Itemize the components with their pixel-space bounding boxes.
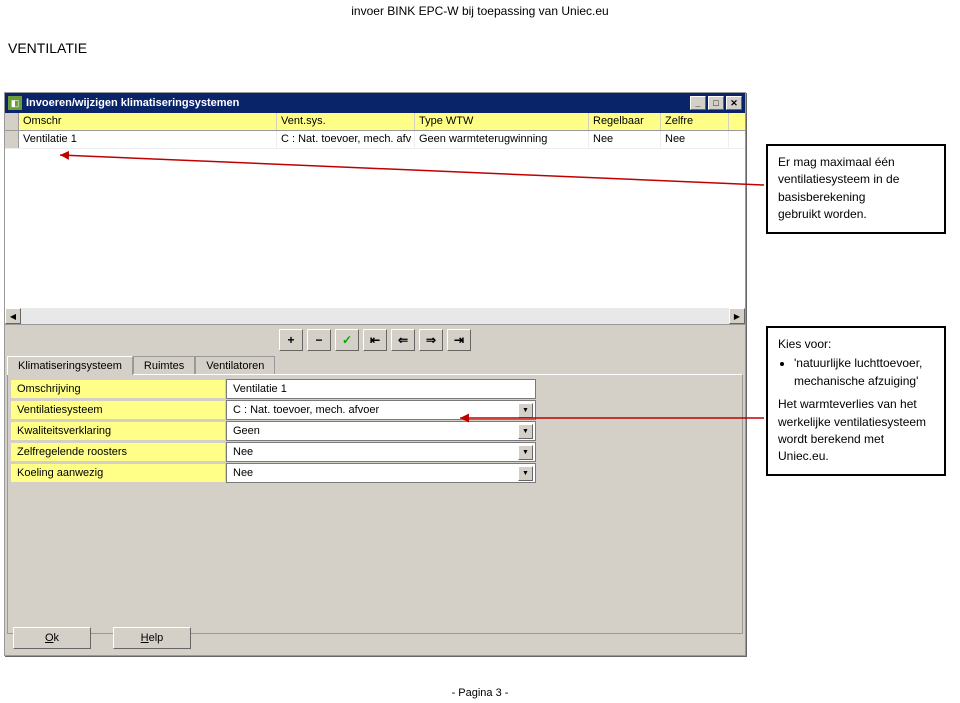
tab-ruimtes[interactable]: Ruimtes [133, 356, 195, 375]
form-panel: Omschrijving Ventilatie 1 Ventilatiesyst… [7, 374, 743, 634]
last-button[interactable]: ⇥ [447, 329, 471, 351]
select-ventilatiesysteem[interactable]: C : Nat. toevoer, mech. afvoer▼ [226, 400, 536, 420]
row-header-cell [5, 113, 19, 130]
tab-ventilatoren[interactable]: Ventilatoren [195, 356, 275, 375]
chevron-down-icon[interactable]: ▼ [518, 466, 533, 481]
cell-zelfre[interactable]: Nee [661, 131, 729, 148]
app-icon: ◧ [8, 96, 22, 110]
col-header-typewtw[interactable]: Type WTW [415, 113, 589, 130]
label-kwaliteitsverklaring: Kwaliteitsverklaring [10, 421, 226, 441]
callout-box-1: Er mag maximaal één ventilatiesysteem in… [766, 144, 946, 234]
maximize-button[interactable]: □ [708, 96, 724, 110]
chevron-down-icon[interactable]: ▼ [518, 403, 533, 418]
callout-box-2: Kies voor: 'natuurlijke luchttoevoer, me… [766, 326, 946, 476]
cell-omschr[interactable]: Ventilatie 1 [19, 131, 277, 148]
label-omschrijving: Omschrijving [10, 379, 226, 399]
next-button[interactable]: ⇒ [419, 329, 443, 351]
record-toolbar: + − ✓ ⇤ ⇐ ⇒ ⇥ [5, 325, 745, 355]
callout2-intro: Kies voor: [778, 336, 934, 353]
scroll-left-icon[interactable]: ◀ [5, 308, 21, 324]
remove-button[interactable]: − [307, 329, 331, 351]
first-button[interactable]: ⇤ [363, 329, 387, 351]
window-title: Invoeren/wijzigen klimatiseringsystemen [26, 97, 690, 109]
confirm-button[interactable]: ✓ [335, 329, 359, 351]
input-omschrijving[interactable]: Ventilatie 1 [226, 379, 536, 399]
callout1-line: gebruikt worden. [778, 206, 934, 223]
table-row[interactable]: Ventilatie 1 C : Nat. toevoer, mech. afv… [5, 131, 745, 149]
cell-regelbaar[interactable]: Nee [589, 131, 661, 148]
help-button[interactable]: Help [113, 627, 191, 649]
callout1-line: Er mag maximaal één [778, 154, 934, 171]
label-zelfregelende: Zelfregelende roosters [10, 442, 226, 462]
chevron-down-icon[interactable]: ▼ [518, 424, 533, 439]
label-koeling: Koeling aanwezig [10, 463, 226, 483]
cell-ventsys[interactable]: C : Nat. toevoer, mech. afv [277, 131, 415, 148]
row-selector[interactable] [5, 131, 19, 148]
close-button[interactable]: ✕ [726, 96, 742, 110]
titlebar[interactable]: ◧ Invoeren/wijzigen klimatiseringsysteme… [5, 93, 745, 113]
label-ventilatiesysteem: Ventilatiesysteem [10, 400, 226, 420]
tab-strip: Klimatiseringsysteem Ruimtes Ventilatore… [5, 355, 745, 374]
scroll-right-icon[interactable]: ▶ [729, 308, 745, 324]
col-header-zelfre[interactable]: Zelfre [661, 113, 729, 130]
page-footer: - Pagina 3 - [0, 687, 960, 699]
section-title: VENTILATIE [0, 22, 960, 64]
select-kwaliteitsverklaring[interactable]: Geen▼ [226, 421, 536, 441]
grid-body[interactable]: Ventilatie 1 C : Nat. toevoer, mech. afv… [5, 131, 745, 325]
scroll-track[interactable] [21, 308, 729, 324]
col-header-regelbaar[interactable]: Regelbaar [589, 113, 661, 130]
ok-button[interactable]: Ok [13, 627, 91, 649]
chevron-down-icon[interactable]: ▼ [518, 445, 533, 460]
minimize-button[interactable]: _ [690, 96, 706, 110]
callout1-line: basisberekening [778, 189, 934, 206]
cell-typewtw[interactable]: Geen warmteterugwinning [415, 131, 589, 148]
add-button[interactable]: + [279, 329, 303, 351]
callout2-bullet: 'natuurlijke luchttoevoer, mechanische a… [794, 355, 934, 390]
dialog-window: ◧ Invoeren/wijzigen klimatiseringsysteme… [4, 92, 746, 656]
prev-button[interactable]: ⇐ [391, 329, 415, 351]
select-koeling[interactable]: Nee▼ [226, 463, 536, 483]
page-header: invoer BINK EPC-W bij toepassing van Uni… [0, 0, 960, 22]
col-header-omschr[interactable]: Omschr [19, 113, 277, 130]
grid-header: Omschr Vent.sys. Type WTW Regelbaar Zelf… [5, 113, 745, 131]
select-zelfregelende[interactable]: Nee▼ [226, 442, 536, 462]
callout1-line: ventilatiesysteem in de [778, 171, 934, 188]
col-header-ventsys[interactable]: Vent.sys. [277, 113, 415, 130]
callout2-paragraph: Het warmteverlies van het werkelijke ven… [778, 396, 934, 466]
tab-klimatiseringsysteem[interactable]: Klimatiseringsysteem [7, 356, 133, 375]
horizontal-scrollbar[interactable]: ◀ ▶ [5, 308, 745, 324]
